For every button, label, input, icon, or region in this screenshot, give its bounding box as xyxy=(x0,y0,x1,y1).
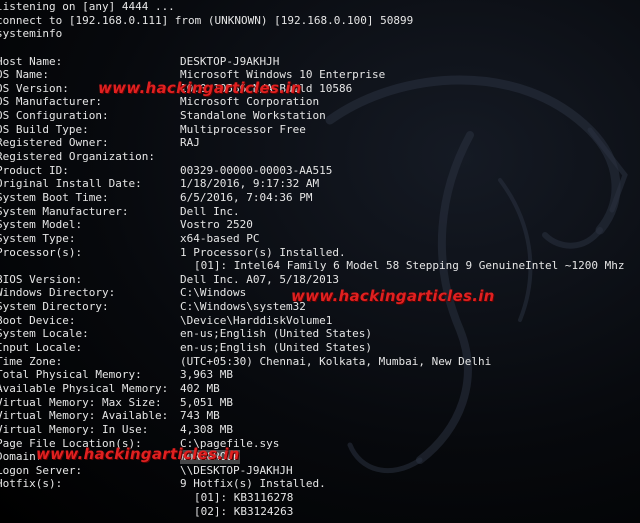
info-row-virtual-memory-available: Virtual Memory: Available: 743 MB xyxy=(0,409,220,423)
info-row-available-physical-memory: Available Physical Memory: 402 MB xyxy=(0,381,220,395)
info-row-processors: Processor(s): 1 Processor(s) Installed. xyxy=(0,245,346,259)
info-row-system-manufacturer: System Manufacturer: Dell Inc. xyxy=(0,204,240,218)
info-row-registered-owner: Registered Owner: RAJ xyxy=(0,136,200,150)
info-row-os-name: OS Name: Microsoft Windows 10 Enterprise xyxy=(0,68,386,82)
info-row-hotfix-01: [01]: KB3116278 xyxy=(194,491,294,505)
terminal-window[interactable]: listening on [any] 4444 ... connect to [… xyxy=(0,0,640,523)
listening-line: listening on [any] 4444 ... xyxy=(0,0,175,13)
info-row-virtual-memory-max: Virtual Memory: Max Size: 5,051 MB xyxy=(0,395,233,409)
info-row-os-manufacturer: OS Manufacturer: Microsoft Corporation xyxy=(0,95,320,109)
connect-line: connect to [192.168.0.111] from (UNKNOWN… xyxy=(0,13,414,27)
info-row-input-locale: Input Locale: en-us;English (United State… xyxy=(0,341,373,355)
info-row-system-type: System Type: x64-based PC xyxy=(0,231,260,245)
info-row-system-boot-time: System Boot Time: 6/5/2016, 7:04:36 PM xyxy=(0,190,313,204)
info-row-system-model: System Model: Vostro 2520 xyxy=(0,218,253,232)
info-row-os-configuration: OS Configuration: Standalone Workstation xyxy=(0,109,326,123)
info-row-boot-device: Boot Device: \Device\HarddiskVolume1 xyxy=(0,313,333,327)
info-row-original-install-date: Original Install Date: 1/18/2016, 9:17:32… xyxy=(0,177,320,191)
info-row-registered-organization: Registered Organization: xyxy=(0,150,155,164)
info-row-bios-version: BIOS Version: Dell Inc. A07, 5/18/2013 xyxy=(0,272,339,286)
info-row-hotfix-02: [02]: KB3124263 xyxy=(194,504,294,518)
watermark-text: www.hackingarticles.in xyxy=(98,79,302,97)
info-row-logon-server: Logon Server: \\DESKTOP-J9AKHJH xyxy=(0,463,293,477)
info-row-time-zone: Time Zone: (UTC+05:30) Chennai, Kolkata, … xyxy=(0,354,492,368)
info-row-virtual-memory-in-use: Virtual Memory: In Use: 4,308 MB xyxy=(0,422,233,436)
info-row-host-name: Host Name: DESKTOP-J9AKHJH xyxy=(0,54,280,68)
command-line: systeminfo xyxy=(0,27,63,41)
info-row-processor-detail: [01]: Intel64 Family 6 Model 58 Stepping… xyxy=(194,259,625,273)
info-row-hotfixes: Hotfix(s): 9 Hotfix(s) Installed. xyxy=(0,477,326,491)
info-row-total-physical-memory: Total Physical Memory: 3,963 MB xyxy=(0,368,233,382)
info-row-os-build-type: OS Build Type: Multiprocessor Free xyxy=(0,122,306,136)
info-row-os-version: OS Version: 10.0.10586 N/A Build 10586 xyxy=(0,81,353,95)
watermark-text: www.hackingarticles.in xyxy=(291,287,495,305)
info-row-product-id: Product ID: 00329-00000-00003-AA515 xyxy=(0,163,333,177)
watermark-text: www.hackingarticles.in xyxy=(36,445,240,463)
info-row-system-locale: System Locale: en-us;English (United Stat… xyxy=(0,327,373,341)
